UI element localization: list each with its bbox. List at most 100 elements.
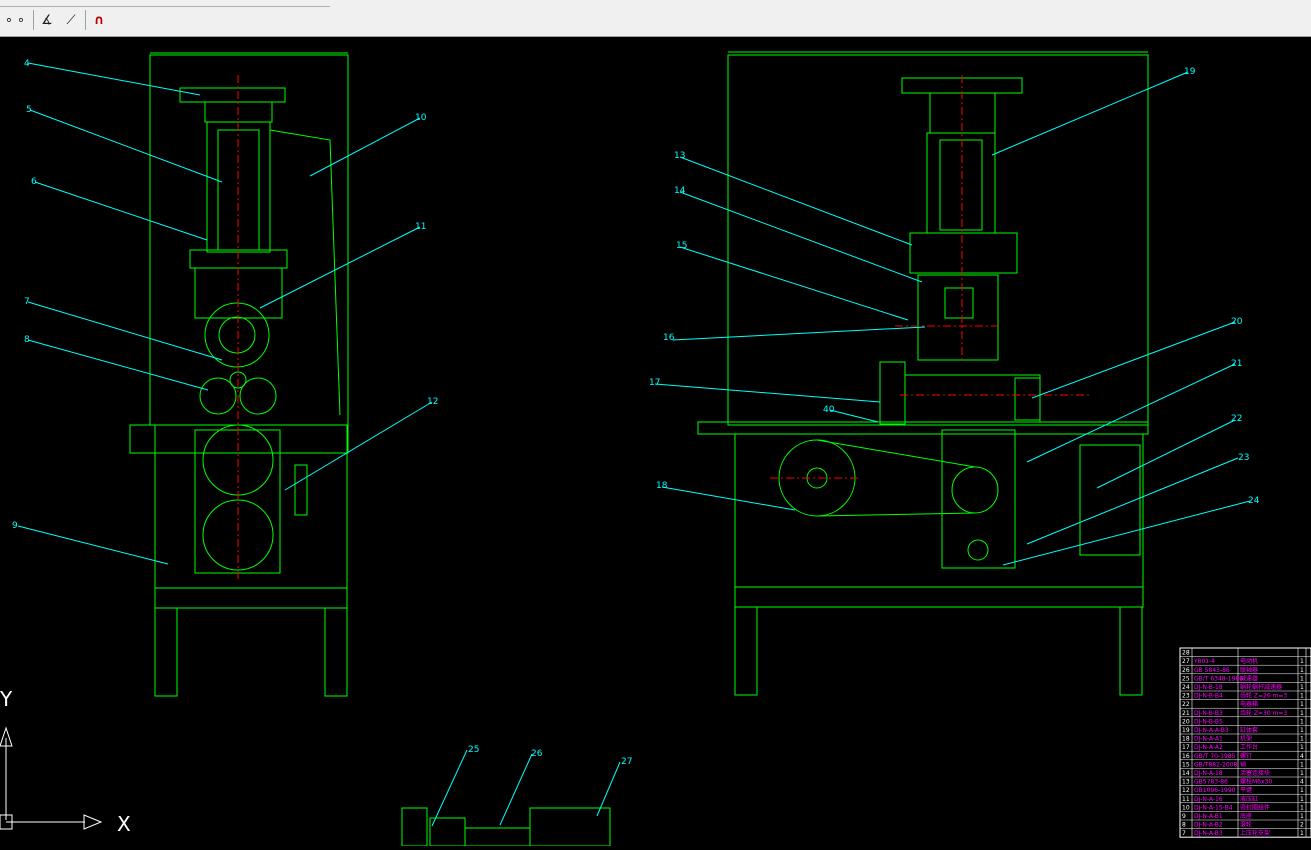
leader-9	[17, 525, 169, 565]
left-cover-frame	[149, 54, 349, 426]
bom-cell-name: 螺栓M6x30	[1240, 778, 1272, 786]
left-leg-left	[154, 607, 178, 697]
bom-cell-no: 23	[1182, 693, 1190, 700]
bom-cell-name: 液压缸	[1240, 795, 1258, 803]
right-clamp-block	[904, 374, 1041, 423]
callout-11: 11	[415, 222, 426, 232]
bom-cell-qty: 1	[1300, 736, 1304, 743]
callout-6: 6	[31, 177, 37, 187]
callout-5: 5	[26, 105, 32, 115]
bom-cell-no: 7	[1182, 830, 1186, 837]
leader-17	[654, 383, 881, 403]
snap-icon-2[interactable]: ∘	[12, 10, 30, 30]
leader-15	[679, 246, 909, 321]
ucs-x-label: X	[117, 812, 131, 836]
bom-cell-qty: 1	[1300, 718, 1304, 725]
bottom-coupling-housing	[429, 817, 466, 847]
bottom-view	[401, 807, 611, 847]
bom-cell-code: DJ-N-A-B2	[1194, 822, 1223, 829]
dimension-icon[interactable]: ∡	[38, 10, 56, 30]
leader-7	[27, 301, 223, 361]
bom-cell-no: 21	[1182, 710, 1190, 717]
bom-cell-no: 17	[1182, 744, 1190, 751]
leader-4	[27, 62, 201, 96]
right-leg-left	[734, 606, 758, 696]
bom-cell-code: GB/T 6348-1986	[1194, 675, 1243, 682]
bom-cell-name: 滚轮	[1240, 821, 1252, 829]
right-leg-right	[1119, 606, 1143, 696]
bom-cell-code: DJ-N-B-18	[1194, 684, 1223, 691]
bom-cell-code: Y801-4	[1193, 658, 1215, 665]
bom-cell-qty: 1	[1300, 744, 1304, 751]
bom-cell-name: 上压轮支架	[1240, 829, 1270, 837]
bom-cell-name: 齿轮 Z=30 m=3	[1240, 709, 1287, 717]
bottom-reducer	[401, 807, 428, 847]
bom-cell-qty: 1	[1300, 693, 1304, 700]
leader-10	[309, 117, 421, 177]
callout-16: 16	[663, 333, 675, 343]
bom-cell-qty: 1	[1300, 675, 1304, 682]
leader-21	[1026, 363, 1236, 463]
leader-19	[991, 71, 1189, 156]
drawing-canvas[interactable]: 4 5 6 7 8 9 10 11 12 13 14 15 16 17 18 1…	[0, 37, 1311, 847]
bom-cell-qty: 1	[1300, 667, 1304, 674]
leader-25	[431, 749, 468, 827]
bom-cell-no: 18	[1182, 736, 1190, 743]
leader-13	[679, 156, 913, 246]
callout-7: 7	[24, 297, 30, 307]
bom-cell-name: 密封圈组件	[1240, 803, 1270, 811]
callout-15: 15	[676, 241, 687, 251]
right-electric-box	[1079, 444, 1141, 556]
bom-cell-no: 9	[1182, 813, 1186, 820]
callout-26: 26	[531, 749, 543, 759]
right-driven-pulley	[951, 466, 999, 514]
bom-cell-code: DJ-N-A-16	[1194, 796, 1223, 803]
toolbar-separator-2	[85, 10, 86, 30]
bom-cell-code: DJ-N-A-18	[1194, 770, 1223, 777]
toolbar-top-strip	[0, 0, 330, 7]
right-gearbox-shaft	[967, 539, 989, 561]
left-view	[129, 52, 349, 697]
bom-cell-no: 19	[1182, 727, 1190, 734]
bom-cell-no: 10	[1182, 804, 1190, 811]
right-cover-frame	[727, 54, 1149, 426]
leader-5	[29, 109, 223, 183]
callout-17: 17	[649, 378, 660, 388]
bom-cell-name: 机架	[1240, 735, 1252, 743]
right-motor-end	[1014, 377, 1041, 421]
bom-cell-no: 22	[1182, 701, 1190, 708]
bom-cell-name: 销	[1240, 760, 1246, 768]
callout-labels: 4 5 6 7 8 9 10 11 12 13 14 15 16 17 18 1…	[12, 59, 1260, 767]
bom-cell-qty: 1	[1300, 701, 1304, 708]
leader-20	[1031, 321, 1236, 399]
callout-25: 25	[468, 745, 479, 755]
bom-cell-code: GB 5843-86	[1194, 667, 1230, 674]
magnet-icon[interactable]: ∩	[90, 10, 108, 30]
bom-cell-no: 27	[1182, 658, 1190, 665]
bom-cell-qty: 1	[1300, 658, 1304, 665]
bom-cell-qty: 1	[1300, 761, 1304, 768]
ucs-x-arrow	[83, 814, 103, 830]
bom-cell-qty: 1	[1300, 830, 1304, 837]
bom-cell-no: 12	[1182, 787, 1190, 794]
match-properties-icon[interactable]: ⟋	[62, 10, 80, 30]
bom-cell-name: 减速器	[1240, 674, 1258, 682]
bom-cell-no: 20	[1182, 718, 1190, 725]
right-view	[697, 51, 1149, 696]
bom-cell-no: 14	[1182, 770, 1190, 777]
bom-cell-code: GB/T882-2008	[1194, 761, 1238, 768]
bom-cell-qty: 1	[1300, 684, 1304, 691]
cad-toolbar: ∘ ∘ ∡ ⟋ ∩	[0, 0, 1311, 37]
bom-cell-qty: 1	[1300, 804, 1304, 811]
bom-cell-qty: 4	[1300, 753, 1304, 760]
right-gearbox	[941, 429, 1016, 569]
callout-23: 23	[1238, 453, 1249, 463]
leader-40	[829, 409, 879, 423]
leader-6	[34, 181, 208, 241]
right-punch	[944, 287, 974, 319]
right-table	[697, 421, 1149, 435]
leader-22	[1096, 419, 1236, 489]
toolbar-separator	[33, 10, 34, 30]
bom-cell-name: 齿轮 Z=26 m=3	[1240, 692, 1287, 700]
callout-10: 10	[415, 113, 427, 123]
